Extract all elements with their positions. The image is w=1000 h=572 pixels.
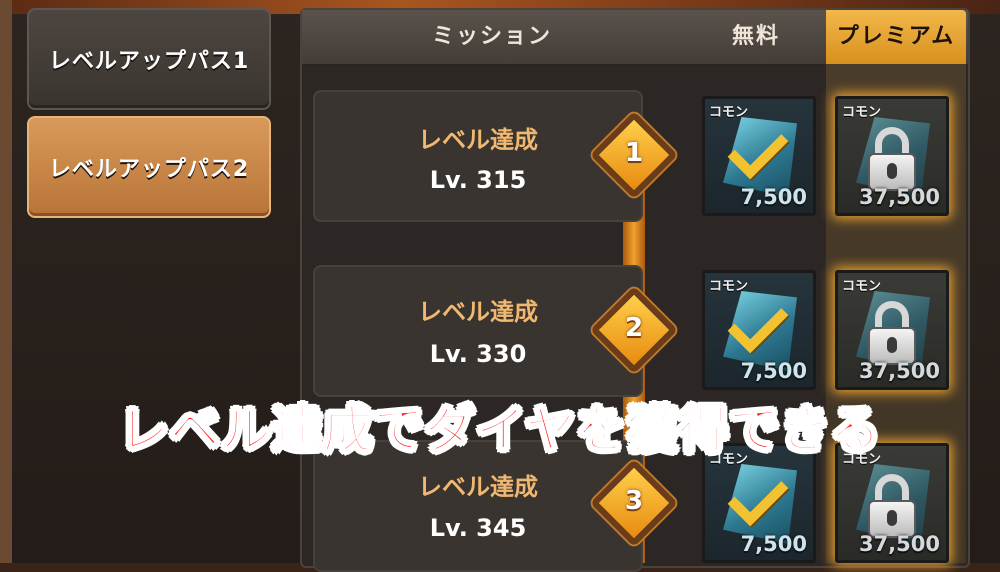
free-reward-slot-2[interactable]: コモン 7,500 <box>702 270 816 390</box>
premium-reward-slot-1[interactable]: コモン 37,500 <box>835 96 949 216</box>
tab-level-up-pass-2[interactable]: レベルアップパス2 <box>27 116 271 218</box>
keyhole <box>887 510 897 526</box>
rarity-label: コモン <box>709 279 749 294</box>
mission-title-3: レベル達成 <box>418 473 538 501</box>
header-free: 無料 <box>731 24 780 49</box>
keyhole <box>887 163 897 179</box>
step-number-2: 2 <box>624 313 644 343</box>
mission-level-1: Lv. 315 <box>429 166 527 194</box>
premium-reward-slot-2[interactable]: コモン 37,500 <box>835 270 949 390</box>
mission-level-3: Lv. 345 <box>429 514 527 542</box>
rarity-label: コモン <box>709 105 749 120</box>
tab-level-up-pass-1[interactable]: レベルアップパス1 <box>27 8 271 110</box>
reward-amount: 7,500 <box>740 359 807 383</box>
reward-amount: 37,500 <box>858 185 940 209</box>
rarity-label: コモン <box>842 105 882 120</box>
left-border <box>0 0 12 563</box>
reward-amount: 37,500 <box>858 359 940 383</box>
header-premium: プレミアム <box>826 10 966 64</box>
mission-level-2: Lv. 330 <box>429 340 527 368</box>
free-reward-slot-1[interactable]: コモン 7,500 <box>702 96 816 216</box>
step-number-1: 1 <box>624 138 644 168</box>
step-number-3: 3 <box>624 486 644 516</box>
reward-amount: 7,500 <box>740 185 807 209</box>
mission-title-2: レベル達成 <box>418 298 538 326</box>
reward-amount: 7,500 <box>740 532 807 556</box>
rarity-label: コモン <box>842 279 882 294</box>
caption-banner: レベル達成でダイヤを獲得できる <box>118 400 882 460</box>
keyhole <box>887 337 897 353</box>
reward-amount: 37,500 <box>858 532 940 556</box>
header-mission: ミッション <box>431 24 552 49</box>
